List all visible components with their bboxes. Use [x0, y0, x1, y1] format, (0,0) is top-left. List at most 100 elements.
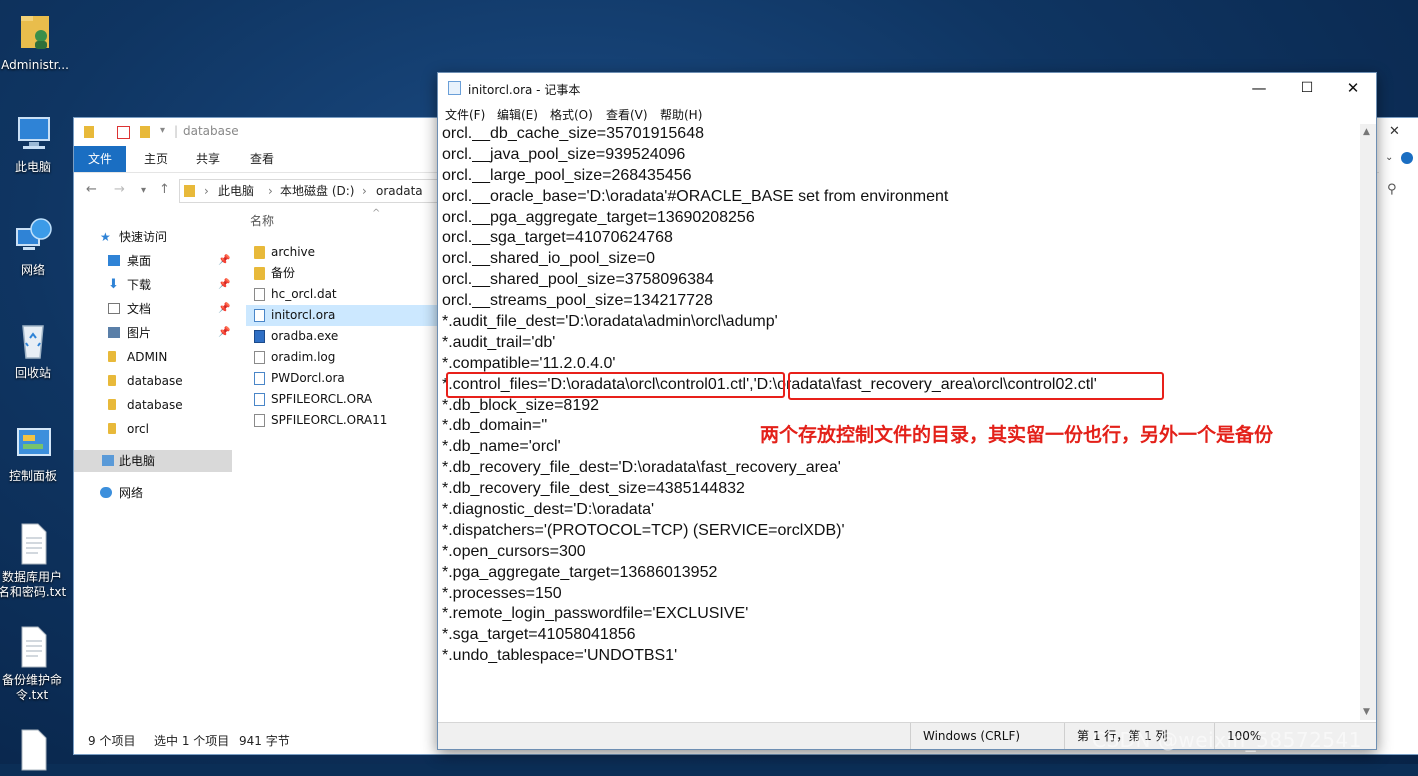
text-line: orcl.__streams_pool_size=134217728 — [442, 292, 713, 310]
folder-icon — [184, 185, 195, 197]
annotation-note: 两个存放控制文件的目录，其实留一份也行，另外一个是备份 — [760, 424, 1274, 446]
nav-item-pictures[interactable]: 图片 📌 — [74, 322, 232, 344]
help-icon[interactable] — [1401, 152, 1413, 164]
breadcrumb-this-pc[interactable]: 此电脑 — [218, 180, 254, 202]
exe-icon — [254, 330, 265, 343]
breadcrumb-oradata[interactable]: oradata — [376, 180, 423, 202]
ribbon-expand-icon[interactable]: ⌄ — [1385, 152, 1393, 163]
qat-dropdown-icon[interactable]: ▾ — [160, 125, 165, 136]
network-icon — [100, 487, 112, 498]
forward-arrow-icon[interactable]: → — [114, 182, 125, 197]
notepad-menubar: 文件(F) 编辑(E) 格式(O) 查看(V) 帮助(H) — [438, 103, 1376, 123]
folder-icon — [254, 267, 265, 280]
ribbon-tab-view[interactable]: 查看 — [236, 146, 288, 172]
highlight-box-control02 — [788, 372, 1164, 400]
nav-item-admin[interactable]: ADMIN — [74, 346, 232, 368]
scroll-up-icon[interactable]: ▲ — [1363, 127, 1370, 137]
folder-icon — [108, 399, 116, 410]
file-row-pwdorcl-ora[interactable]: PWDorcl.ora — [246, 368, 438, 389]
nav-item-quick-access[interactable]: ★ 快速访问 — [74, 226, 232, 248]
text-line: orcl.__shared_io_pool_size=0 — [442, 250, 656, 268]
menu-help[interactable]: 帮助(H) — [660, 105, 702, 125]
document-icon — [108, 303, 120, 314]
desktop-icon-administrator[interactable]: Administr... — [0, 10, 70, 73]
file-row-spfileorcl-ora[interactable]: SPFILEORCL.ORA — [246, 389, 438, 410]
desktop-icon-db-credentials-txt[interactable]: 数据库用户 名和密码.txt — [0, 522, 67, 600]
breadcrumb-separator: › — [268, 184, 273, 198]
file-row-oradba-exe[interactable]: oradba.exe — [246, 326, 438, 347]
column-header-name[interactable]: 名称 — [250, 212, 274, 229]
text-line: *.diagnostic_dest='D:\oradata' — [442, 501, 655, 519]
pin-icon[interactable]: 📌 — [218, 274, 230, 296]
file-icon — [254, 288, 265, 301]
computer-icon — [102, 455, 114, 466]
ribbon-tab-home[interactable]: 主页 — [130, 146, 182, 172]
nav-item-downloads[interactable]: ⬇ 下载 📌 — [74, 274, 232, 296]
file-row-archive[interactable]: archive — [246, 242, 438, 263]
navigation-pane: ★ 快速访问 桌面 📌 ⬇ 下载 📌 文档 📌 图片 📌 ADMIN datab… — [74, 210, 234, 720]
status-size: 941 字节 — [239, 734, 290, 748]
desktop-icon-partial-file[interactable] — [0, 728, 67, 776]
text-line: orcl.__pga_aggregate_target=13690208256 — [442, 208, 755, 226]
text-line: orcl.__oracle_base='D:\oradata'#ORACLE_B… — [442, 187, 949, 205]
explorer-right-edge: ✕ ⌄ ⚲ — [1379, 118, 1418, 754]
status-encoding: Windows (CRLF) — [910, 723, 1020, 749]
scroll-down-icon[interactable]: ▼ — [1363, 707, 1370, 717]
new-folder-icon[interactable] — [140, 126, 150, 138]
desktop-icon-backup-commands-txt[interactable]: 备份维护命 令.txt — [0, 625, 67, 703]
nav-item-this-pc[interactable]: 此电脑 — [74, 450, 232, 472]
folder-icon — [108, 351, 116, 362]
pin-icon[interactable]: 📌 — [218, 250, 230, 272]
pictures-icon — [108, 327, 120, 338]
ora-file-icon — [254, 393, 265, 406]
desktop-icon-recycle-bin[interactable]: 回收站 — [0, 318, 68, 381]
properties-check-icon[interactable] — [117, 126, 130, 139]
nav-item-database-2[interactable]: database — [74, 394, 232, 416]
search-icon[interactable]: ⚲ — [1387, 182, 1397, 197]
desktop-icon-network[interactable]: 网络 — [0, 215, 68, 278]
file-row-hc-orcl-dat[interactable]: hc_orcl.dat — [246, 284, 438, 305]
recent-dropdown-icon[interactable]: ▾ — [141, 185, 146, 196]
maximize-button[interactable]: ☐ — [1284, 76, 1330, 100]
file-icon — [254, 414, 265, 427]
explorer-window-title: database — [183, 124, 239, 138]
close-button[interactable]: ✕ — [1330, 76, 1376, 100]
desktop-icon-this-pc[interactable]: 此电脑 — [0, 112, 68, 175]
folder-icon — [108, 375, 116, 386]
menu-format[interactable]: 格式(O) — [550, 105, 593, 125]
nav-item-database-1[interactable]: database — [74, 370, 232, 392]
text-line: *.undo_tablespace='UNDOTBS1' — [442, 647, 678, 665]
text-line: *.db_recovery_file_dest='D:\oradata\fast… — [442, 459, 841, 477]
text-line: *.pga_aggregate_target=13686013952 — [442, 563, 718, 581]
nav-item-desktop[interactable]: 桌面 📌 — [74, 250, 232, 272]
text-file-icon — [21, 626, 47, 668]
file-row-oradim-log[interactable]: oradim.log — [246, 347, 438, 368]
minimize-button[interactable]: — — [1236, 76, 1282, 100]
desktop-icon-control-panel[interactable]: 控制面板 — [0, 421, 68, 484]
ribbon-tab-file[interactable]: 文件 — [74, 146, 127, 172]
close-icon[interactable]: ✕ — [1389, 124, 1400, 139]
notepad-window: initorcl.ora - 记事本 — ☐ ✕ 文件(F) 编辑(E) 格式(… — [437, 72, 1377, 750]
back-arrow-icon[interactable]: ← — [86, 182, 97, 197]
desktop-icon — [108, 255, 120, 266]
network-globe-icon — [16, 218, 52, 250]
text-line: *.db_recovery_file_dest_size=4385144832 — [442, 480, 745, 498]
ora-file-icon — [254, 309, 265, 322]
menu-file[interactable]: 文件(F) — [445, 105, 485, 125]
text-line: *.open_cursors=300 — [442, 542, 586, 560]
file-row-backup[interactable]: 备份 — [246, 263, 438, 284]
menu-view[interactable]: 查看(V) — [606, 105, 648, 125]
breadcrumb-local-disk[interactable]: 本地磁盘 (D:) — [280, 180, 354, 202]
pin-icon[interactable]: 📌 — [218, 322, 230, 344]
text-line: orcl.__shared_pool_size=3758096384 — [442, 271, 714, 289]
file-row-spfileorcl-ora11[interactable]: SPFILEORCL.ORA11 — [246, 410, 438, 431]
up-arrow-icon[interactable]: ↑ — [159, 182, 170, 197]
nav-item-documents[interactable]: 文档 📌 — [74, 298, 232, 320]
menu-edit[interactable]: 编辑(E) — [497, 105, 538, 125]
vertical-scrollbar[interactable]: ▲ ▼ — [1360, 124, 1376, 720]
ribbon-tab-share[interactable]: 共享 — [182, 146, 234, 172]
nav-item-network[interactable]: 网络 — [74, 482, 232, 504]
nav-item-orcl[interactable]: orcl — [74, 418, 232, 440]
pin-icon[interactable]: 📌 — [218, 298, 230, 320]
recycle-bin-icon — [22, 325, 44, 359]
